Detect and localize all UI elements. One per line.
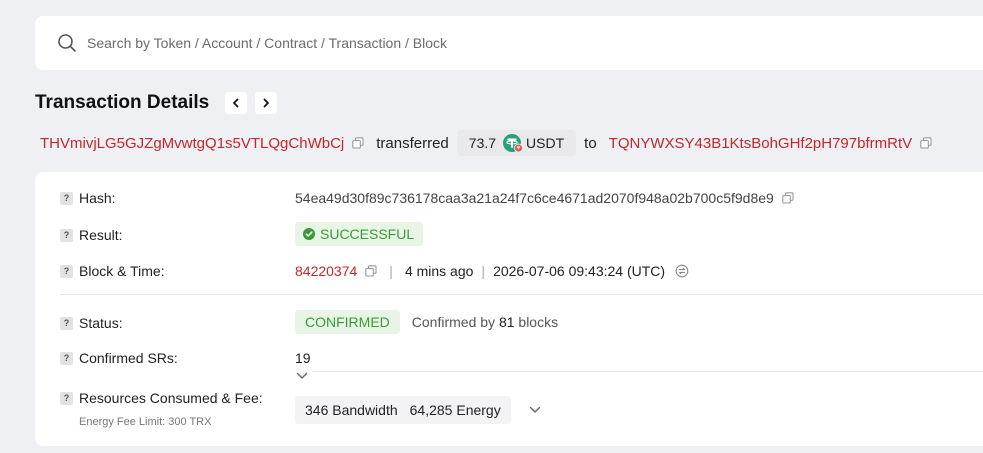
timestamp: 2026-07-06 09:43:24 (UTC) bbox=[493, 263, 666, 279]
time-ago: 4 mins ago bbox=[404, 263, 474, 279]
search-input[interactable] bbox=[87, 35, 887, 51]
page-title: Transaction Details bbox=[35, 92, 210, 113]
result-row: ? Result: bbox=[60, 226, 123, 244]
copy-icon bbox=[920, 137, 932, 149]
result-value: SUCCESSFUL bbox=[320, 226, 415, 242]
block-time-value-group: 84220374 | 4 mins ago | 2026-07-06 09:43… bbox=[295, 262, 689, 280]
help-icon[interactable]: ? bbox=[60, 391, 73, 405]
confirmed-by-suffix: blocks bbox=[518, 314, 559, 330]
convert-time-button[interactable] bbox=[675, 264, 689, 278]
block-time-row: ? Block & Time: bbox=[60, 262, 165, 280]
expand-srs-button[interactable] bbox=[296, 370, 308, 382]
srs-divider bbox=[313, 371, 983, 372]
section-divider bbox=[60, 294, 983, 295]
separator: | bbox=[481, 263, 486, 279]
separator: | bbox=[389, 263, 393, 279]
token-amount-chip[interactable]: 73.7 USDT bbox=[456, 130, 577, 156]
chevron-right-icon bbox=[263, 98, 270, 108]
resources-label: Resources Consumed & Fee: bbox=[79, 390, 263, 406]
result-badge: SUCCESSFUL bbox=[295, 222, 424, 246]
copy-hash-button[interactable] bbox=[782, 192, 794, 204]
help-icon[interactable]: ? bbox=[60, 191, 73, 205]
title-row: Transaction Details bbox=[35, 92, 278, 114]
to-word: to bbox=[584, 134, 597, 152]
previous-transaction-button[interactable] bbox=[225, 92, 248, 114]
search-bar[interactable] bbox=[35, 16, 983, 70]
confirmed-by-text: Confirmed by 81 blocks bbox=[412, 314, 558, 330]
copy-to-address-button[interactable] bbox=[920, 137, 932, 149]
status-value-group: CONFIRMED Confirmed by 81 blocks bbox=[295, 310, 558, 334]
to-address-link[interactable]: TQNYWXSY43B1KtsBohGHf2pH797bfrmRtV bbox=[609, 135, 912, 152]
resources-row: ? Resources Consumed & Fee: bbox=[60, 389, 263, 407]
confirmed-by-prefix: Confirmed by bbox=[411, 314, 496, 330]
chevron-down-icon bbox=[529, 406, 540, 413]
help-icon[interactable]: ? bbox=[60, 351, 73, 365]
bandwidth-value: 346 Bandwidth bbox=[305, 402, 398, 418]
hash-row: ? Hash: bbox=[60, 189, 116, 207]
confirmed-srs-row: ? Confirmed SRs: bbox=[60, 349, 178, 367]
transfer-verb: transferred bbox=[376, 134, 449, 152]
help-icon[interactable]: ? bbox=[60, 228, 73, 242]
copy-icon bbox=[782, 192, 794, 204]
transfer-summary: THVmivjLG5GJZgMvwtgQ1s5VTLQgChWbCj trans… bbox=[40, 130, 932, 156]
token-amount: 73.7 bbox=[468, 135, 497, 151]
help-icon[interactable]: ? bbox=[60, 264, 73, 278]
result-label: Result: bbox=[79, 227, 123, 243]
chevron-left-icon bbox=[233, 98, 239, 108]
expand-resources-button[interactable] bbox=[529, 406, 541, 414]
confirmed-blocks-count: 81 bbox=[498, 314, 515, 330]
status-label: Status: bbox=[79, 315, 123, 331]
details-card: ? Hash: 54ea49d30f89c736178caa3a21a24f7c… bbox=[35, 172, 983, 446]
confirmed-srs-value: 19 bbox=[295, 350, 311, 366]
next-transaction-button[interactable] bbox=[255, 92, 278, 114]
help-icon[interactable]: ? bbox=[60, 316, 73, 330]
block-time-label: Block & Time: bbox=[79, 263, 165, 279]
confirmed-srs-value-group: 19 bbox=[295, 349, 311, 367]
resources-value-group: 346 Bandwidth 64,285 Energy bbox=[295, 396, 541, 424]
copy-icon bbox=[352, 137, 364, 149]
clock-switch-icon bbox=[675, 264, 689, 278]
result-value-group: SUCCESSFUL bbox=[295, 222, 424, 246]
status-badge: CONFIRMED bbox=[295, 310, 400, 334]
energy-value: 64,285 Energy bbox=[409, 402, 501, 418]
confirmed-srs-label: Confirmed SRs: bbox=[79, 350, 178, 366]
from-address-link[interactable]: THVmivjLG5GJZgMvwtgQ1s5VTLQgChWbCj bbox=[40, 135, 344, 152]
hash-value: 54ea49d30f89c736178caa3a21a24f7c6ce4671a… bbox=[295, 190, 774, 206]
chevron-down-icon bbox=[296, 372, 308, 379]
copy-icon bbox=[365, 265, 377, 277]
tether-logo-icon bbox=[502, 133, 524, 153]
copy-block-button[interactable] bbox=[365, 265, 377, 277]
token-symbol: USDT bbox=[526, 135, 565, 151]
energy-fee-limit: Energy Fee Limit: 300 TRX bbox=[79, 416, 212, 428]
check-circle-icon bbox=[303, 228, 315, 240]
hash-value-group: 54ea49d30f89c736178caa3a21a24f7c6ce4671a… bbox=[295, 189, 794, 207]
resources-chip: 346 Bandwidth 64,285 Energy bbox=[295, 396, 511, 424]
hash-label: Hash: bbox=[79, 190, 116, 206]
status-row: ? Status: bbox=[60, 314, 123, 332]
search-icon bbox=[58, 34, 76, 52]
block-number-link[interactable]: 84220374 bbox=[295, 263, 357, 279]
copy-from-address-button[interactable] bbox=[352, 137, 364, 149]
